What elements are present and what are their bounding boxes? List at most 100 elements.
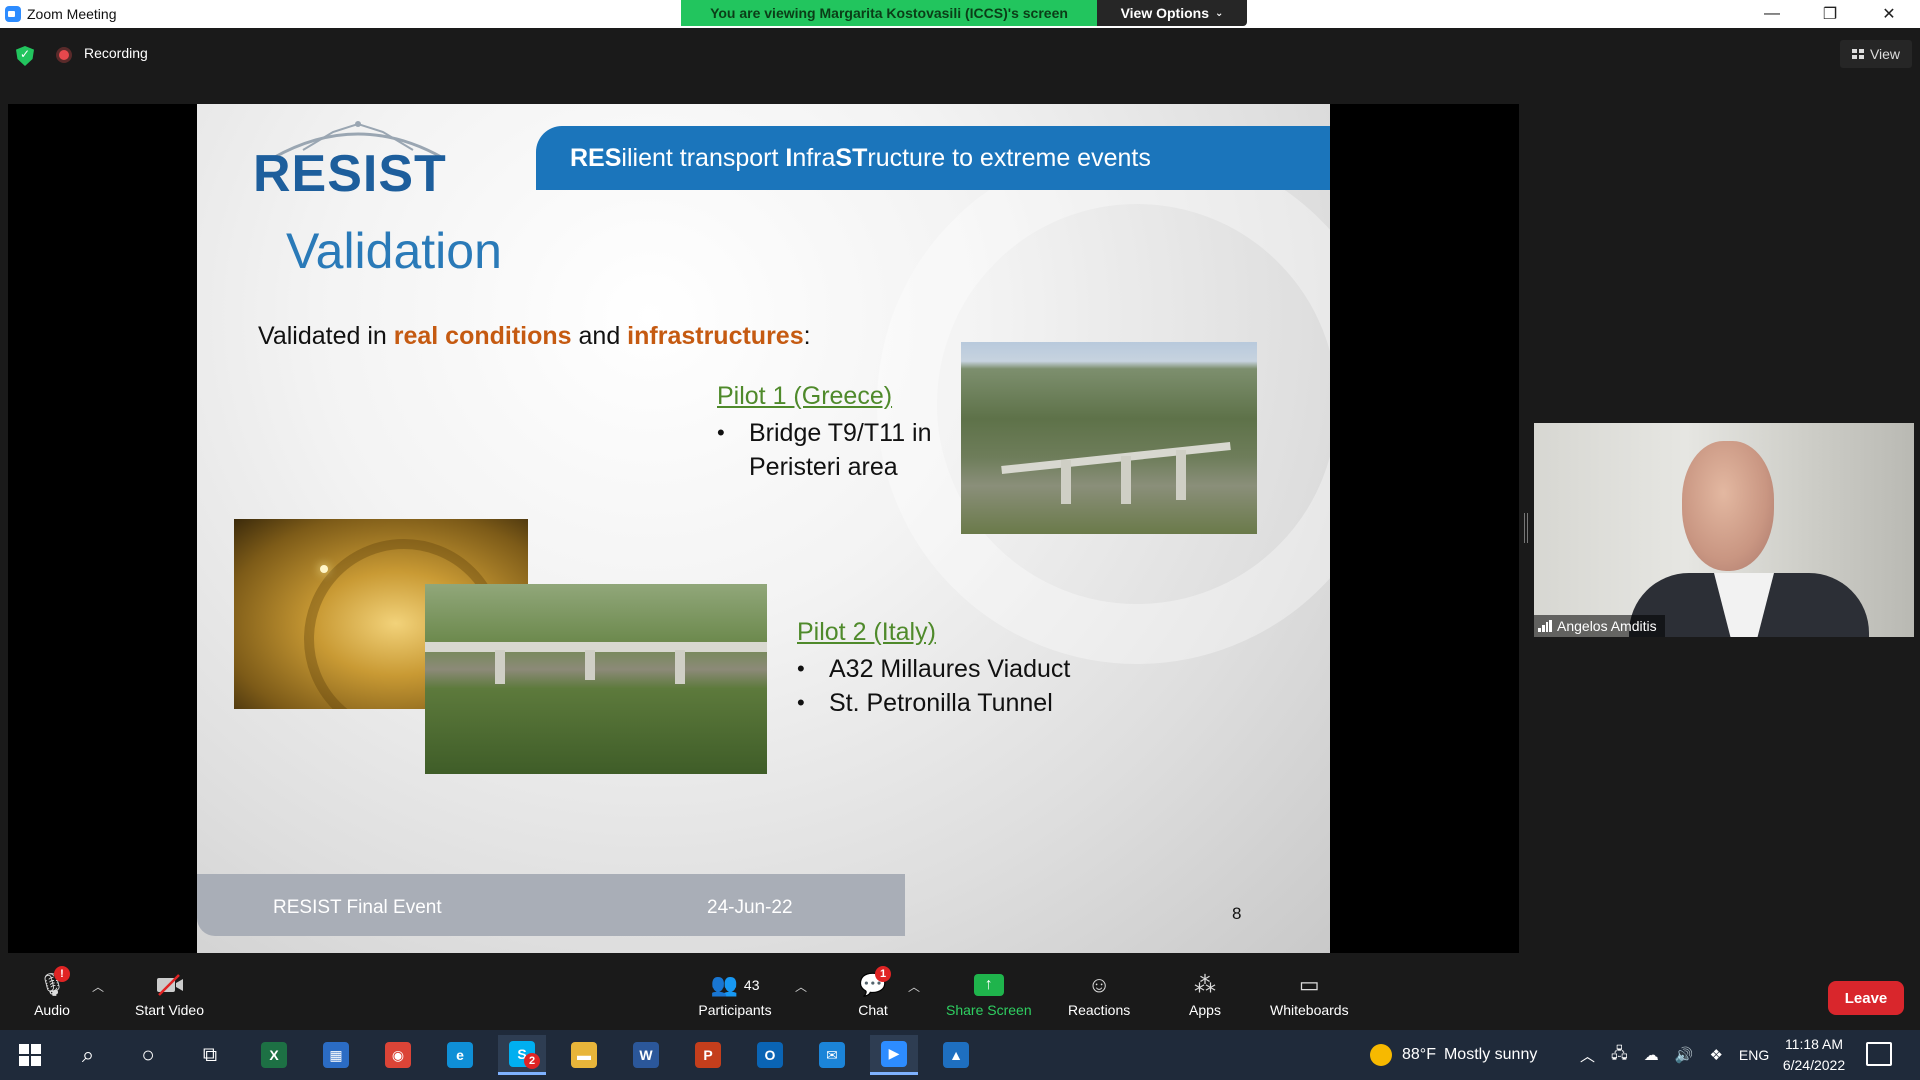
slide-intro: Validated in real conditions and infrast… — [258, 322, 811, 350]
share-screen-button[interactable]: ↑ Share Screen — [946, 970, 1032, 1026]
bullet: • — [797, 656, 805, 681]
list-item: • A32 Millaures Viaduct — [797, 652, 1070, 686]
reactions-button[interactable]: ☺ Reactions — [1068, 970, 1130, 1026]
slide-page-number: 8 — [1232, 904, 1242, 923]
chat-unread-badge: 1 — [875, 966, 891, 982]
participant-name: Angelos Amditis — [1557, 618, 1657, 634]
apps-icon: ⁂ — [1194, 972, 1216, 997]
microphone-icon: 🎙 ! — [32, 966, 72, 1000]
audio-warning-badge: ! — [54, 966, 70, 982]
chat-icon: 💬 1 — [853, 966, 893, 1000]
participants-button[interactable]: 👥 43 Participants — [695, 970, 775, 1026]
bullet: • — [717, 420, 725, 445]
participants-count: 43 — [743, 977, 760, 993]
pilot1-title: Pilot 1 (Greece) — [717, 382, 893, 410]
signal-strength-icon — [1538, 620, 1552, 632]
chat-label: Chat — [858, 1002, 888, 1018]
clock-date: 6/24/2022 — [1782, 1057, 1846, 1073]
viewing-banner: You are viewing Margarita Kostovasili (I… — [681, 0, 1097, 26]
taskbar-powerpoint-icon[interactable]: P — [684, 1035, 732, 1075]
dropbox-icon[interactable]: ❖ — [1709, 1046, 1722, 1064]
list-item: • St. Petronilla Tunnel — [797, 686, 1070, 720]
slide-footer-date: 24-Jun-22 — [707, 897, 793, 918]
taskbar-excel-icon[interactable]: X — [250, 1035, 298, 1075]
start-video-button[interactable]: Start Video — [135, 970, 204, 1026]
slide-footer-event: RESIST Final Event — [273, 897, 442, 918]
restore-button[interactable]: ❐ — [1801, 0, 1859, 28]
participants-options-caret[interactable]: ︿ — [795, 978, 807, 995]
edge-icon: e — [447, 1042, 473, 1068]
outlook-icon: O — [757, 1042, 783, 1068]
panel-resize-handle[interactable] — [1524, 513, 1528, 543]
participant-name-tag: Angelos Amditis — [1534, 615, 1665, 637]
slide-header-text: RESilient transport InfraSTructure to ex… — [570, 143, 1151, 172]
cortana-icon[interactable]: ○ — [124, 1035, 172, 1075]
resist-logo: RESIST — [253, 145, 447, 203]
minimize-button[interactable]: — — [1743, 0, 1801, 28]
taskbar-word-icon[interactable]: W — [622, 1035, 670, 1075]
share-screen-label: Share Screen — [946, 1002, 1032, 1018]
taskbar-store-icon[interactable]: ▦ — [312, 1035, 360, 1075]
view-options-button[interactable]: View Options ⌄ — [1097, 0, 1247, 26]
weather-sun-icon — [1370, 1044, 1392, 1066]
taskbar-explorer-icon[interactable]: ▬ — [560, 1035, 608, 1075]
reactions-label: Reactions — [1068, 1002, 1131, 1018]
start-video-label: Start Video — [135, 1002, 205, 1018]
apps-button[interactable]: ⁂ Apps — [1185, 970, 1225, 1026]
slide-header-band: RESilient transport InfraSTructure to ex… — [536, 126, 1330, 190]
grid-icon — [1851, 49, 1864, 59]
system-tray: ︿ 🖧 ☁ 🔊 ❖ ENG — [1580, 1030, 1769, 1080]
taskbar-photos-icon[interactable]: ▲ — [932, 1035, 980, 1075]
chat-button[interactable]: 💬 1 Chat — [853, 966, 893, 1026]
store-icon: ▦ — [323, 1042, 349, 1068]
volume-icon[interactable]: 🔊 — [1675, 1046, 1694, 1064]
taskbar-mail-icon[interactable]: ✉ — [808, 1035, 856, 1075]
participants-icon: 👥 43 — [710, 972, 760, 997]
pilot1-item-text: Bridge T9/T11 in Peristeri area — [749, 419, 932, 481]
audio-options-caret[interactable]: ︿ — [92, 978, 104, 995]
close-button[interactable]: ✕ — [1860, 0, 1918, 28]
leave-button[interactable]: Leave — [1828, 981, 1904, 1015]
audio-button[interactable]: 🎙 ! Audio — [32, 966, 72, 1026]
network-icon[interactable]: 🖧 — [1611, 1043, 1628, 1068]
taskbar-chrome-icon[interactable]: ◉ — [374, 1035, 422, 1075]
whiteboard-icon: ▭ — [1298, 972, 1320, 997]
participant-head — [1682, 441, 1774, 571]
whiteboards-label: Whiteboards — [1270, 1002, 1349, 1018]
view-label: View — [1869, 46, 1901, 62]
onedrive-icon[interactable]: ☁ — [1644, 1046, 1659, 1064]
slide-title: Validation — [286, 223, 502, 279]
apps-label: Apps — [1189, 1002, 1221, 1018]
notification-center-icon[interactable] — [1866, 1042, 1892, 1066]
taskbar-edge-icon[interactable]: e — [436, 1035, 484, 1075]
taskbar-clock[interactable]: 11:18 AM 6/24/2022 — [1764, 1034, 1864, 1076]
search-icon[interactable]: ⌕ — [64, 1035, 112, 1075]
reactions-icon: ☺ — [1087, 972, 1111, 997]
powerpoint-icon: P — [695, 1042, 721, 1068]
taskbar-zoom-icon[interactable]: ▶ — [870, 1035, 918, 1075]
task-view-icon[interactable]: ⧉ — [186, 1035, 234, 1075]
start-button[interactable] — [6, 1035, 54, 1075]
chrome-icon: ◉ — [385, 1042, 411, 1068]
window-title: Zoom Meeting — [27, 6, 117, 22]
chat-options-caret[interactable]: ︿ — [908, 978, 920, 995]
zoom-app-icon — [5, 6, 21, 22]
millaures-viaduct-photo — [425, 584, 767, 774]
skype-notification-badge: 2 — [524, 1053, 540, 1069]
weather-temperature: 88°F — [1402, 1046, 1436, 1063]
whiteboards-button[interactable]: ▭ Whiteboards — [1270, 970, 1349, 1026]
weather-condition: Mostly sunny — [1443, 1046, 1538, 1063]
view-button[interactable]: View — [1840, 40, 1912, 68]
security-shield-icon[interactable] — [16, 46, 34, 66]
share-screen-icon: ↑ — [969, 970, 1009, 1000]
weather-widget[interactable]: 88°F Mostly sunny — [1370, 1030, 1537, 1080]
pilot1-list-item: • Bridge T9/T11 in Peristeri area — [717, 416, 957, 484]
show-hidden-icons-chevron-icon[interactable]: ︿ — [1580, 1045, 1595, 1066]
participant-video[interactable]: Angelos Amditis — [1534, 423, 1914, 637]
explorer-icon: ▬ — [571, 1042, 597, 1068]
pilot2-list: • A32 Millaures Viaduct • St. Petronilla… — [797, 652, 1070, 720]
taskbar-outlook-icon[interactable]: O — [746, 1035, 794, 1075]
view-options-label: View Options — [1120, 5, 1210, 21]
taskbar-skype-icon[interactable]: S2 — [498, 1035, 546, 1075]
photos-icon: ▲ — [943, 1042, 969, 1068]
